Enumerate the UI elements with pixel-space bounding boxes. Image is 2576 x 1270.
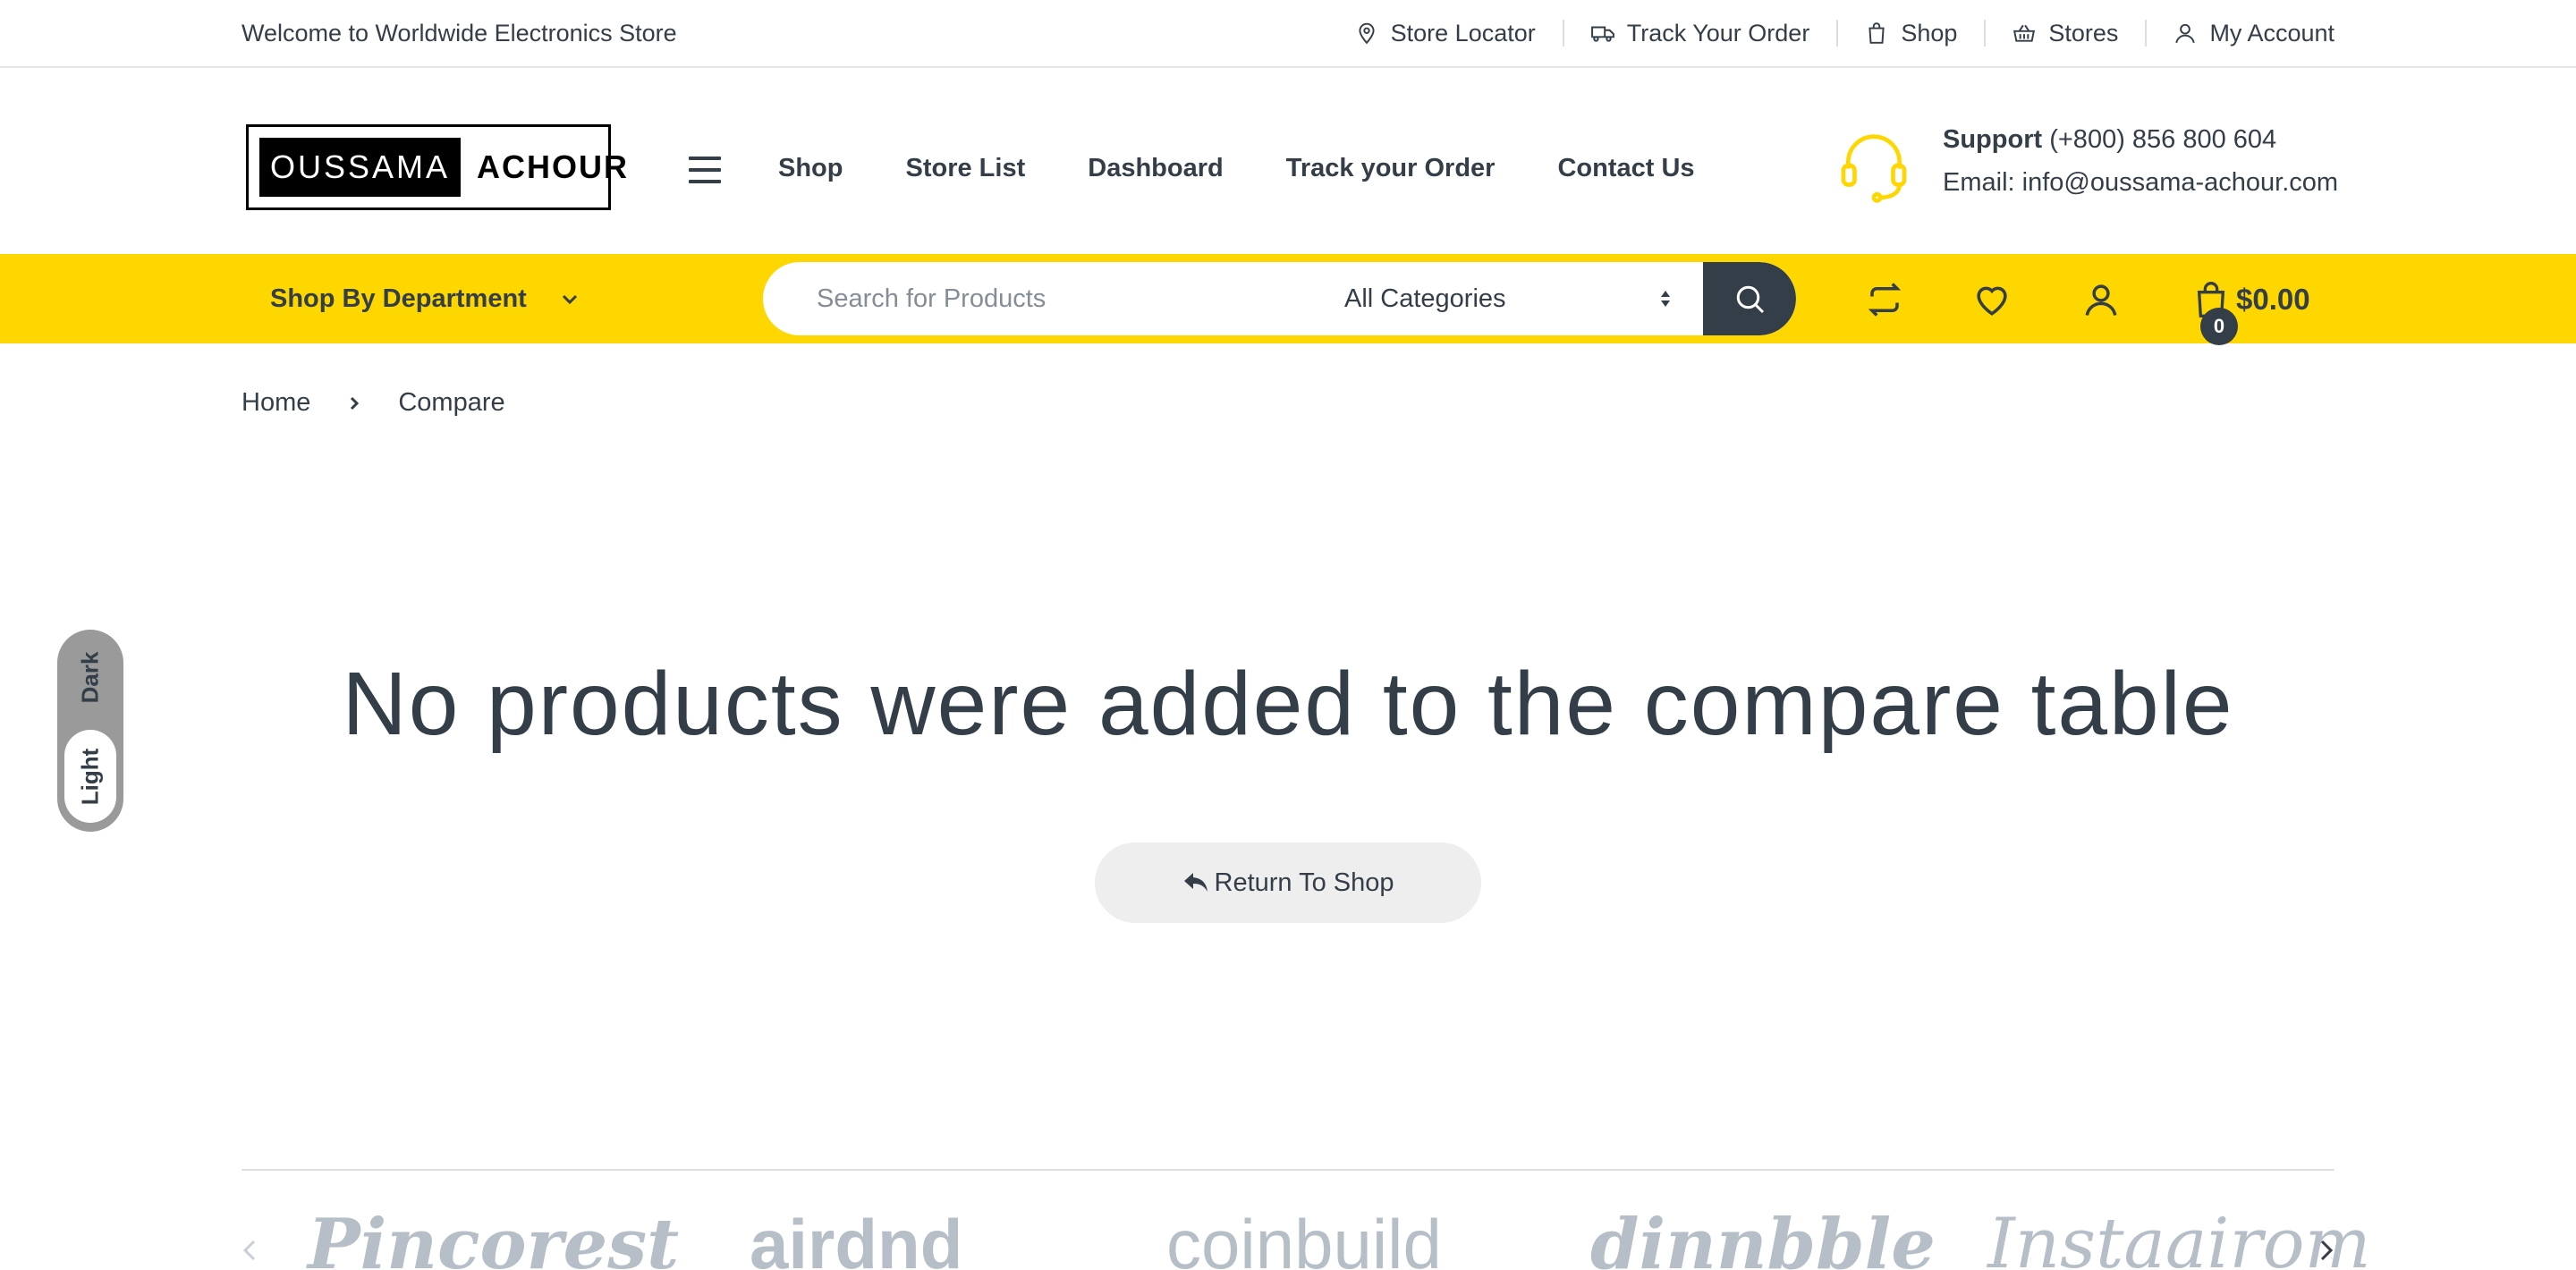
stores-link[interactable]: Stores (1984, 20, 2145, 47)
map-pin-icon (1359, 22, 1375, 45)
brand-logo-airdnd[interactable]: airdnd (750, 1204, 962, 1270)
welcome-text: Welcome to Worldwide Electronics Store (242, 20, 677, 47)
shop-link[interactable]: Shop (1836, 20, 1984, 47)
wishlist-heart-icon[interactable] (1973, 281, 2011, 318)
shop-label: Shop (1901, 19, 1958, 47)
my-account-link[interactable]: My Account (2145, 20, 2334, 47)
reply-arrow-icon (1183, 873, 1208, 892)
brand-logo-instaairom[interactable]: Instaairom (1987, 1204, 2371, 1270)
site-logo[interactable]: OUSSAMA ACHOUR (246, 124, 627, 210)
category-select[interactable]: All Categories (1344, 262, 1693, 335)
cart-total: $0.00 (2236, 283, 2310, 316)
brand-logo-pincorest[interactable]: Pincorest (308, 1204, 679, 1270)
stores-label: Stores (2048, 19, 2119, 47)
user-icon (2175, 23, 2196, 44)
search-form: All Categories (763, 262, 1796, 335)
department-label: Shop By Department (270, 284, 527, 313)
account-user-icon[interactable] (2082, 281, 2120, 318)
breadcrumb-current: Compare (398, 388, 505, 417)
cart-count-badge: 0 (2200, 308, 2238, 345)
hamburger-menu-icon[interactable] (689, 157, 721, 183)
mode-light-label: Light (76, 748, 104, 805)
chevron-down-icon (562, 294, 577, 305)
nav-dashboard[interactable]: Dashboard (1088, 143, 1223, 193)
brands-divider (242, 1169, 2334, 1171)
category-value: All Categories (1344, 284, 1506, 313)
empty-compare-message: No products were added to the compare ta… (342, 654, 2234, 754)
top-bar: Welcome to Worldwide Electronics Store S… (0, 0, 2576, 68)
support-email: Email: info@oussama-achour.com (1943, 168, 2339, 197)
store-locator-label: Store Locator (1390, 19, 1536, 47)
carousel-prev-icon[interactable] (240, 1238, 259, 1263)
track-order-label: Track Your Order (1626, 19, 1810, 47)
support-phone: (+800) 856 800 604 (2049, 125, 2277, 154)
site-header: OUSSAMA ACHOUR Shop Store List Dashboard… (0, 68, 2576, 254)
nav-contact-us[interactable]: Contact Us (1557, 143, 1694, 193)
store-locator-link[interactable]: Store Locator (1355, 20, 1563, 47)
track-order-link[interactable]: Track Your Order (1562, 19, 1837, 47)
top-links: Store Locator Track Your Order Shop Stor… (1355, 0, 2334, 66)
nav-store-list[interactable]: Store List (906, 143, 1026, 193)
select-arrows-icon (1661, 291, 1670, 307)
support-info: Support (+800) 856 800 604 Email: info@o… (1943, 118, 2338, 204)
basket-icon (2013, 24, 2036, 42)
main-nav: Shop Store List Dashboard Track your Ord… (778, 143, 1758, 193)
compare-icon[interactable] (1866, 281, 1903, 318)
logo-part1: OUSSAMA (259, 138, 462, 197)
breadcrumb: Home Compare (242, 388, 505, 418)
carousel-next-icon[interactable] (2317, 1238, 2336, 1263)
brand-logo-coinbuild[interactable]: coinbuild (1166, 1204, 1442, 1270)
cart-button[interactable]: 0 $0.00 (2193, 277, 2310, 345)
my-account-label: My Account (2209, 19, 2334, 47)
logo-part2: ACHOUR (477, 148, 630, 185)
brand-logo-dinnbble[interactable]: dinnbble (1590, 1204, 1936, 1270)
search-icon (1736, 285, 1765, 314)
support-label: Support (1943, 125, 2043, 154)
chevron-right-icon (351, 396, 360, 410)
search-input[interactable] (817, 262, 1300, 335)
nav-shop[interactable]: Shop (778, 143, 843, 193)
search-button[interactable] (1703, 262, 1796, 335)
breadcrumb-home[interactable]: Home (242, 388, 310, 418)
return-to-shop-button[interactable]: Return To Shop (1095, 842, 1481, 923)
truck-icon (1590, 26, 1614, 42)
nav-track-order[interactable]: Track your Order (1286, 143, 1496, 193)
shop-by-department-button[interactable]: Shop By Department (270, 254, 580, 343)
shopping-bag-icon (1868, 22, 1885, 44)
return-to-shop-label: Return To Shop (1214, 868, 1394, 897)
search-bar: Shop By Department All Categories 0 $0.0… (0, 254, 2576, 345)
headset-icon (1841, 134, 1907, 203)
